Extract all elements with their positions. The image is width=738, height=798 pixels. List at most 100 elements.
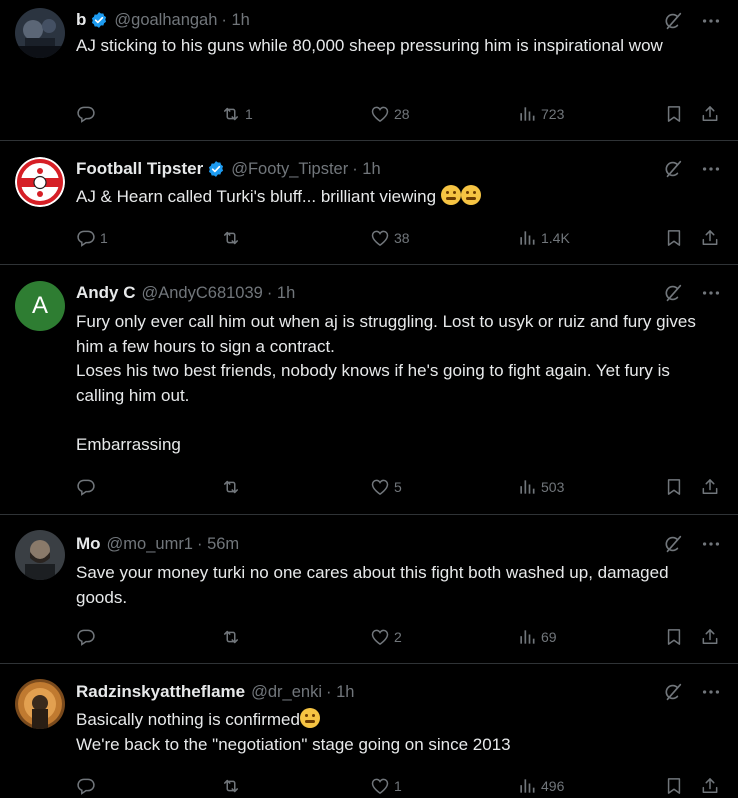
- views-button[interactable]: 496: [517, 776, 564, 796]
- heart-icon: [370, 104, 390, 124]
- bookmark-icon: [664, 477, 684, 497]
- display-name[interactable]: Mo: [76, 534, 101, 554]
- tweet-text-line: Basically nothing is confirmed: [76, 710, 300, 729]
- reply-button[interactable]: [76, 477, 100, 497]
- verified-badge-icon: [207, 160, 225, 178]
- bookmark-icon: [664, 228, 684, 248]
- timestamp[interactable]: · 1h: [326, 683, 354, 702]
- share-button[interactable]: [700, 228, 720, 248]
- reply-button[interactable]: [76, 627, 100, 647]
- repost-button[interactable]: [221, 477, 245, 497]
- timestamp[interactable]: · 1h: [352, 160, 380, 179]
- tweet-header: Andy C @AndyC681039 · 1h: [76, 281, 295, 305]
- tweet-text: AJ sticking to his guns while 80,000 she…: [76, 36, 663, 55]
- avatar[interactable]: [15, 157, 65, 207]
- views-button[interactable]: 723: [517, 104, 564, 124]
- repost-count: 1: [245, 106, 253, 122]
- like-button[interactable]: 1: [370, 776, 402, 796]
- share-icon: [700, 627, 720, 647]
- more-options-icon[interactable]: [700, 10, 722, 32]
- views-icon: [517, 776, 537, 796]
- handle[interactable]: @Footy_Tipster: [231, 160, 348, 179]
- repost-icon: [221, 776, 241, 796]
- bookmark-button[interactable]: [664, 228, 684, 248]
- handle[interactable]: @AndyC681039: [142, 284, 263, 303]
- tweet[interactable]: Football Tipster @Footy_Tipster · 1h AJ …: [0, 141, 738, 265]
- view-count: 503: [541, 479, 565, 495]
- like-button[interactable]: 38: [370, 228, 410, 248]
- views-icon: [517, 104, 537, 124]
- reply-button[interactable]: 1: [76, 228, 108, 248]
- avatar[interactable]: [15, 8, 65, 58]
- grok-icon[interactable]: [662, 681, 684, 703]
- handle[interactable]: @dr_enki: [251, 683, 322, 702]
- grok-icon[interactable]: [662, 10, 684, 32]
- avatar[interactable]: A: [15, 281, 65, 331]
- share-button[interactable]: [700, 477, 720, 497]
- grok-icon[interactable]: [662, 282, 684, 304]
- views-button[interactable]: 503: [517, 477, 564, 497]
- views-button[interactable]: 1.4K: [517, 228, 570, 248]
- grok-icon[interactable]: [662, 158, 684, 180]
- repost-button[interactable]: 1: [221, 104, 253, 124]
- rofl-emoji-icon: [440, 185, 461, 205]
- share-button[interactable]: [700, 627, 720, 647]
- tweet[interactable]: A Andy C @AndyC681039 · 1h Fury only eve…: [0, 265, 738, 515]
- more-options-icon[interactable]: [700, 681, 722, 703]
- share-icon: [700, 228, 720, 248]
- tweet-text: Basically nothing is confirmed We're bac…: [76, 708, 718, 757]
- timestamp[interactable]: · 1h: [221, 11, 249, 30]
- bookmark-button[interactable]: [664, 477, 684, 497]
- display-name[interactable]: Andy C: [76, 283, 136, 303]
- views-icon: [517, 477, 537, 497]
- tweet-header: Football Tipster @Footy_Tipster · 1h: [76, 157, 381, 181]
- repost-icon: [221, 228, 241, 248]
- like-count: 38: [394, 230, 410, 246]
- handle[interactable]: @mo_umr1: [107, 535, 193, 554]
- display-name[interactable]: Football Tipster: [76, 159, 203, 179]
- reply-count: 1: [100, 230, 108, 246]
- bookmark-button[interactable]: [664, 627, 684, 647]
- repost-icon: [221, 627, 241, 647]
- like-count: 28: [394, 106, 410, 122]
- avatar-initial: A: [31, 292, 48, 319]
- views-icon: [517, 627, 537, 647]
- tweet-header: Radzinskyattheflame @dr_enki · 1h: [76, 680, 354, 704]
- timestamp[interactable]: · 1h: [267, 284, 295, 303]
- heart-icon: [370, 776, 390, 796]
- tweet[interactable]: Radzinskyattheflame @dr_enki · 1h Basica…: [0, 664, 738, 798]
- avatar[interactable]: [15, 679, 65, 729]
- like-button[interactable]: 5: [370, 477, 402, 497]
- tweet[interactable]: b @goalhangah · 1h AJ sticking to his gu…: [0, 0, 738, 141]
- display-name[interactable]: b: [76, 10, 86, 30]
- timestamp[interactable]: · 56m: [197, 535, 239, 554]
- repost-button[interactable]: [221, 228, 245, 248]
- tweet-text: Fury only ever call him out when aj is s…: [76, 312, 696, 454]
- raised-eyebrow-emoji-icon: [299, 708, 320, 728]
- views-button[interactable]: 69: [517, 627, 557, 647]
- bookmark-button[interactable]: [664, 104, 684, 124]
- display-name[interactable]: Radzinskyattheflame: [76, 682, 245, 702]
- share-button[interactable]: [700, 104, 720, 124]
- grok-icon[interactable]: [662, 533, 684, 555]
- more-options-icon[interactable]: [700, 533, 722, 555]
- handle[interactable]: @goalhangah: [114, 11, 217, 30]
- reply-button[interactable]: [76, 104, 100, 124]
- repost-button[interactable]: [221, 776, 245, 796]
- heart-icon: [370, 228, 390, 248]
- bookmark-button[interactable]: [664, 776, 684, 796]
- share-icon: [700, 104, 720, 124]
- avatar[interactable]: [15, 530, 65, 580]
- tweet[interactable]: Mo @mo_umr1 · 56m Save your money turki …: [0, 515, 738, 664]
- share-button[interactable]: [700, 776, 720, 796]
- tweet-header: b @goalhangah · 1h: [76, 8, 250, 32]
- repost-button[interactable]: [221, 627, 245, 647]
- more-options-icon[interactable]: [700, 282, 722, 304]
- view-count: 1.4K: [541, 230, 570, 246]
- reply-button[interactable]: [76, 776, 100, 796]
- reply-icon: [76, 776, 96, 796]
- like-button[interactable]: 28: [370, 104, 410, 124]
- more-options-icon[interactable]: [700, 158, 722, 180]
- like-button[interactable]: 2: [370, 627, 402, 647]
- heart-icon: [370, 477, 390, 497]
